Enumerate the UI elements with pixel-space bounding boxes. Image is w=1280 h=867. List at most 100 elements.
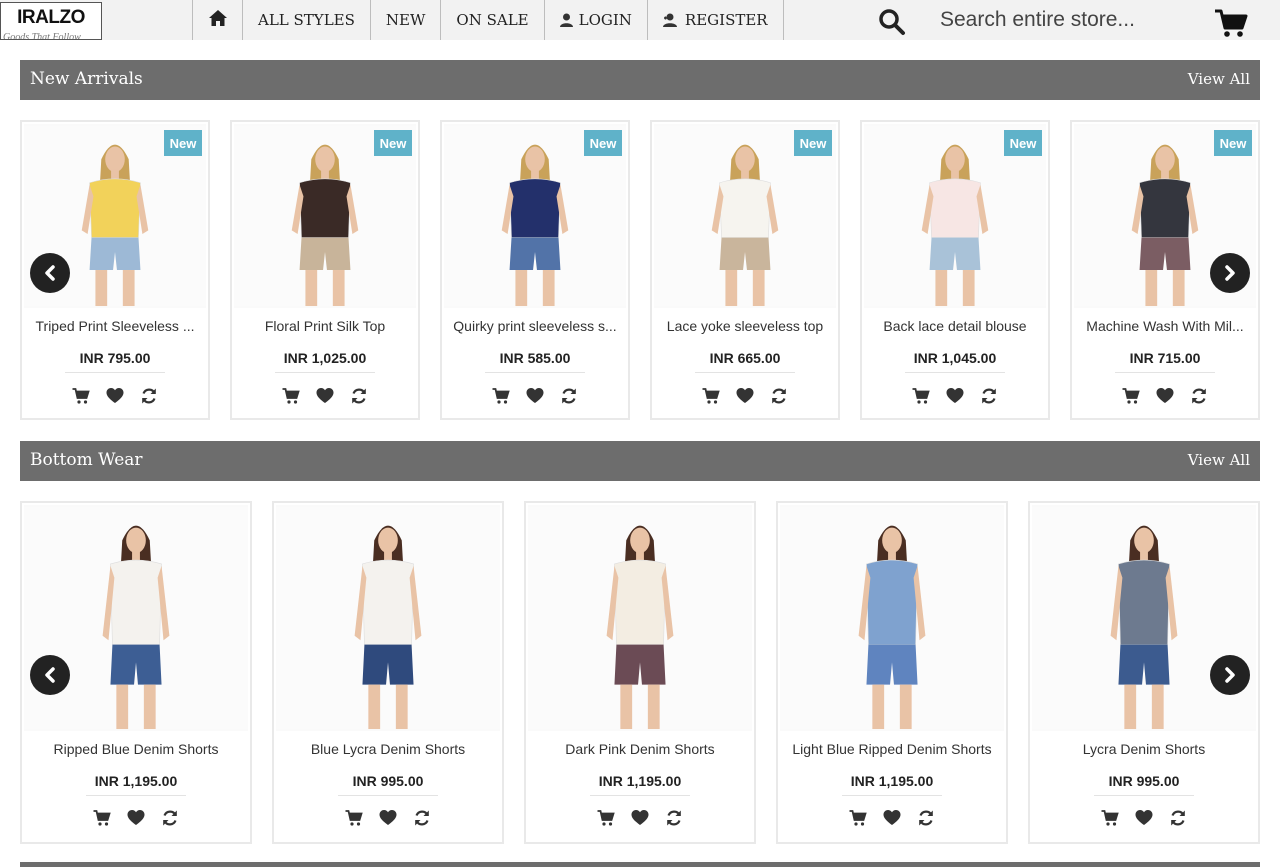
- compare-sync-icon[interactable]: [1169, 809, 1187, 827]
- compare-sync-icon[interactable]: [665, 809, 683, 827]
- view-all-link[interactable]: View All: [1188, 70, 1250, 88]
- add-to-cart-icon[interactable]: [72, 387, 90, 405]
- product-name[interactable]: Machine Wash With Mil...: [1078, 318, 1252, 334]
- add-to-cart-icon[interactable]: [912, 387, 930, 405]
- product-card[interactable]: New Lace yoke sleeveless top INR 665.00: [650, 120, 840, 420]
- product-card[interactable]: Light Blue Ripped Denim Shorts INR 1,195.…: [776, 501, 1008, 844]
- carousel-prev-button[interactable]: [30, 253, 70, 293]
- search-input[interactable]: [930, 4, 1200, 36]
- wishlist-heart-icon[interactable]: [379, 809, 397, 827]
- product-card[interactable]: Dark Pink Denim Shorts INR 1,195.00: [524, 501, 756, 844]
- wishlist-heart-icon[interactable]: [1156, 387, 1174, 405]
- user-add-icon: [662, 13, 679, 27]
- product-name[interactable]: Lycra Denim Shorts: [1036, 741, 1252, 757]
- product-photo: [24, 506, 248, 730]
- divider: [275, 372, 375, 373]
- product-photo: [780, 506, 1004, 730]
- add-to-cart-icon[interactable]: [282, 387, 300, 405]
- divider: [1115, 372, 1215, 373]
- new-badge: New: [164, 130, 202, 156]
- compare-sync-icon[interactable]: [161, 809, 179, 827]
- product-photo: [276, 506, 500, 730]
- wishlist-heart-icon[interactable]: [631, 809, 649, 827]
- product-image[interactable]: [780, 505, 1004, 731]
- product-name[interactable]: Blue Lycra Denim Shorts: [280, 741, 496, 757]
- compare-sync-icon[interactable]: [140, 387, 158, 405]
- divider: [842, 795, 942, 796]
- add-to-cart-icon[interactable]: [93, 809, 111, 827]
- section-title: Bottom Wear: [30, 450, 143, 470]
- nav-register[interactable]: REGISTER: [646, 0, 784, 40]
- compare-sync-icon[interactable]: [350, 387, 368, 405]
- product-image[interactable]: [528, 505, 752, 731]
- carousel-next-button[interactable]: [1210, 655, 1250, 695]
- nav-home[interactable]: [192, 0, 242, 40]
- site-logo[interactable]: IRALZO Goods That Follow: [0, 2, 102, 40]
- divider: [485, 372, 585, 373]
- wishlist-heart-icon[interactable]: [127, 809, 145, 827]
- product-actions: [22, 387, 208, 405]
- user-icon: [559, 13, 573, 27]
- nav-new[interactable]: NEW: [369, 0, 441, 40]
- nav-register-label: REGISTER: [684, 11, 768, 29]
- add-to-cart-icon[interactable]: [1122, 387, 1140, 405]
- add-to-cart-icon[interactable]: [702, 387, 720, 405]
- product-price: INR 1,195.00: [94, 773, 178, 789]
- carousel-next-button[interactable]: [1210, 253, 1250, 293]
- new-badge: New: [374, 130, 412, 156]
- new-badge: New: [1004, 130, 1042, 156]
- product-image[interactable]: [276, 505, 500, 731]
- product-card[interactable]: New Back lace detail blouse INR 1,045.00: [860, 120, 1050, 420]
- add-to-cart-icon[interactable]: [492, 387, 510, 405]
- cart-icon[interactable]: [1214, 8, 1248, 38]
- product-image[interactable]: [24, 505, 248, 731]
- wishlist-heart-icon[interactable]: [883, 809, 901, 827]
- new-badge: New: [584, 130, 622, 156]
- compare-sync-icon[interactable]: [560, 387, 578, 405]
- compare-sync-icon[interactable]: [1190, 387, 1208, 405]
- chevron-left-icon: [45, 265, 55, 281]
- compare-sync-icon[interactable]: [980, 387, 998, 405]
- compare-sync-icon[interactable]: [413, 809, 431, 827]
- product-card[interactable]: New Floral Print Silk Top INR 1,025.00: [230, 120, 420, 420]
- divider: [695, 372, 795, 373]
- add-to-cart-icon[interactable]: [345, 809, 363, 827]
- new-badge: New: [794, 130, 832, 156]
- section-title: New Arrivals: [30, 69, 143, 89]
- product-card[interactable]: New Quirky print sleeveless s... INR 585.0…: [440, 120, 630, 420]
- compare-sync-icon[interactable]: [770, 387, 788, 405]
- product-image[interactable]: [1032, 505, 1256, 731]
- product-name[interactable]: Quirky print sleeveless s...: [448, 318, 622, 334]
- product-name[interactable]: Floral Print Silk Top: [238, 318, 412, 334]
- product-actions: [1072, 387, 1258, 405]
- product-name[interactable]: Dark Pink Denim Shorts: [532, 741, 748, 757]
- search-icon[interactable]: [878, 8, 906, 36]
- wishlist-heart-icon[interactable]: [316, 387, 334, 405]
- view-all-link[interactable]: View All: [1188, 451, 1250, 469]
- product-name[interactable]: Lace yoke sleeveless top: [658, 318, 832, 334]
- add-to-cart-icon[interactable]: [597, 809, 615, 827]
- divider: [86, 795, 186, 796]
- carousel-prev-button[interactable]: [30, 655, 70, 695]
- nav-on-sale[interactable]: ON SALE: [440, 0, 543, 40]
- product-name[interactable]: Triped Print Sleeveless ...: [28, 318, 202, 334]
- wishlist-heart-icon[interactable]: [736, 387, 754, 405]
- wishlist-heart-icon[interactable]: [946, 387, 964, 405]
- wishlist-heart-icon[interactable]: [106, 387, 124, 405]
- nav-login[interactable]: LOGIN: [543, 0, 647, 40]
- nav-all-styles[interactable]: ALL STYLES: [242, 0, 370, 40]
- product-actions: [652, 387, 838, 405]
- product-name[interactable]: Back lace detail blouse: [868, 318, 1042, 334]
- divider: [338, 795, 438, 796]
- compare-sync-icon[interactable]: [917, 809, 935, 827]
- section-header-bottom-wear: Bottom Wear View All: [20, 441, 1260, 481]
- divider: [905, 372, 1005, 373]
- divider: [590, 795, 690, 796]
- add-to-cart-icon[interactable]: [1101, 809, 1119, 827]
- wishlist-heart-icon[interactable]: [526, 387, 544, 405]
- add-to-cart-icon[interactable]: [849, 809, 867, 827]
- product-card[interactable]: Blue Lycra Denim Shorts INR 995.00: [272, 501, 504, 844]
- wishlist-heart-icon[interactable]: [1135, 809, 1153, 827]
- product-name[interactable]: Light Blue Ripped Denim Shorts: [784, 741, 1000, 757]
- product-name[interactable]: Ripped Blue Denim Shorts: [28, 741, 244, 757]
